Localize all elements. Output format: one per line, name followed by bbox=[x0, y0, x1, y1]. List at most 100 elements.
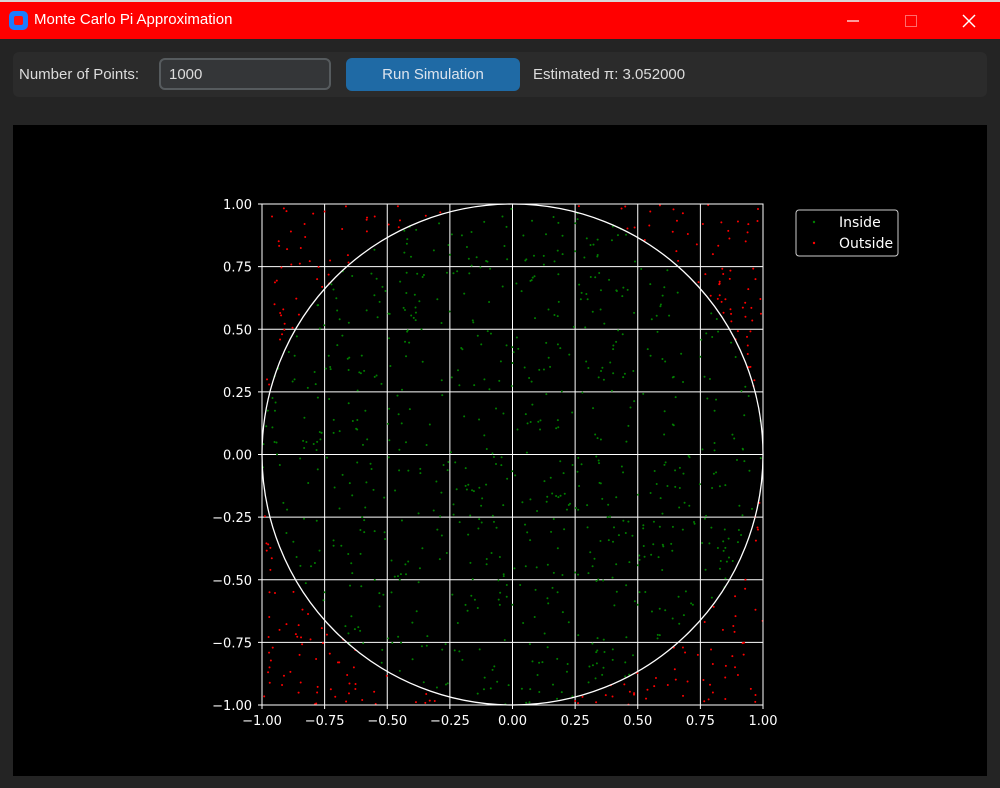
inside-point bbox=[373, 578, 376, 581]
inside-point bbox=[426, 635, 429, 638]
inside-point bbox=[578, 485, 581, 488]
inside-point bbox=[464, 467, 467, 470]
outside-point bbox=[731, 655, 734, 658]
inside-point bbox=[503, 639, 506, 642]
outside-point bbox=[722, 273, 725, 276]
outside-point bbox=[742, 653, 745, 656]
inside-point bbox=[380, 382, 383, 385]
outside-point bbox=[303, 223, 306, 226]
inside-point bbox=[642, 524, 645, 527]
inside-point bbox=[511, 603, 514, 606]
inside-point bbox=[748, 469, 751, 472]
inside-point bbox=[332, 539, 335, 542]
inside-point bbox=[399, 280, 402, 283]
outside-point bbox=[396, 205, 399, 208]
inside-point bbox=[528, 643, 531, 646]
outside-point bbox=[329, 688, 332, 691]
inside-point bbox=[638, 591, 641, 594]
inside-point bbox=[597, 578, 600, 581]
inside-point bbox=[414, 319, 417, 322]
inside-point bbox=[664, 461, 667, 464]
outside-point bbox=[321, 642, 324, 645]
inside-point bbox=[577, 634, 580, 637]
inside-point bbox=[638, 558, 641, 561]
inside-point bbox=[314, 383, 317, 386]
inside-point bbox=[516, 428, 519, 431]
inside-point bbox=[473, 598, 476, 601]
minimize-button[interactable] bbox=[824, 2, 882, 39]
outside-point bbox=[300, 636, 303, 639]
inside-point bbox=[658, 607, 661, 610]
inside-point bbox=[577, 456, 580, 459]
inside-point bbox=[581, 391, 584, 394]
inside-point bbox=[601, 366, 604, 369]
inside-point bbox=[661, 294, 664, 297]
inside-point bbox=[304, 582, 307, 585]
outside-point bbox=[674, 678, 677, 681]
inside-point bbox=[633, 600, 636, 603]
run-simulation-button[interactable]: Run Simulation bbox=[346, 58, 520, 91]
inside-point bbox=[492, 520, 495, 523]
outside-point bbox=[325, 633, 328, 636]
inside-point bbox=[365, 481, 368, 484]
inside-point bbox=[561, 574, 564, 577]
window-titlebar[interactable]: Monte Carlo Pi Approximation bbox=[0, 2, 1000, 39]
outside-point bbox=[730, 312, 733, 315]
legend-marker-outside bbox=[812, 241, 816, 245]
inside-point bbox=[596, 238, 599, 241]
inside-point bbox=[413, 293, 416, 296]
outside-point bbox=[749, 330, 752, 333]
inside-point bbox=[633, 311, 636, 314]
outside-point bbox=[278, 244, 281, 247]
outside-point bbox=[269, 659, 272, 662]
close-button[interactable] bbox=[940, 2, 998, 39]
inside-point bbox=[461, 658, 464, 661]
outside-point bbox=[717, 244, 720, 247]
inside-point bbox=[557, 496, 560, 499]
inside-point bbox=[369, 462, 372, 465]
outside-point bbox=[703, 621, 706, 624]
inside-point bbox=[463, 415, 466, 418]
inside-point bbox=[625, 233, 628, 236]
inside-point bbox=[663, 463, 666, 466]
inside-point bbox=[543, 632, 546, 635]
outside-point bbox=[697, 281, 700, 284]
inside-point bbox=[307, 481, 310, 484]
inside-point bbox=[336, 309, 339, 312]
inside-point bbox=[512, 351, 515, 354]
inside-point bbox=[711, 335, 714, 338]
inside-point bbox=[373, 530, 376, 533]
points-input[interactable] bbox=[159, 58, 331, 90]
inside-point bbox=[596, 254, 599, 257]
inside-point bbox=[559, 347, 562, 350]
inside-point bbox=[724, 484, 727, 487]
inside-point bbox=[591, 642, 594, 645]
outside-point bbox=[744, 578, 747, 581]
inside-point bbox=[655, 314, 658, 317]
inside-point bbox=[715, 317, 718, 320]
inside-point bbox=[400, 422, 403, 425]
inside-point bbox=[403, 308, 406, 311]
y-tick-label: −0.75 bbox=[212, 636, 252, 651]
inside-point bbox=[611, 648, 614, 651]
outside-point bbox=[275, 279, 278, 282]
inside-point bbox=[478, 486, 481, 489]
outside-point bbox=[425, 692, 428, 695]
inside-point bbox=[465, 245, 468, 248]
inside-point bbox=[577, 508, 580, 511]
outside-point bbox=[286, 248, 289, 251]
inside-point bbox=[622, 286, 625, 289]
x-tick-label: 0.25 bbox=[561, 714, 590, 729]
outside-point bbox=[648, 224, 651, 227]
outside-point bbox=[626, 227, 629, 230]
outside-point bbox=[397, 226, 400, 229]
maximize-button[interactable] bbox=[882, 2, 940, 39]
inside-point bbox=[658, 525, 661, 528]
inside-point bbox=[303, 416, 306, 419]
inside-point bbox=[690, 602, 693, 605]
outside-point bbox=[633, 692, 636, 695]
inside-point bbox=[584, 326, 587, 329]
inside-point bbox=[657, 556, 660, 559]
outside-point bbox=[741, 306, 744, 309]
inside-point bbox=[476, 692, 479, 695]
